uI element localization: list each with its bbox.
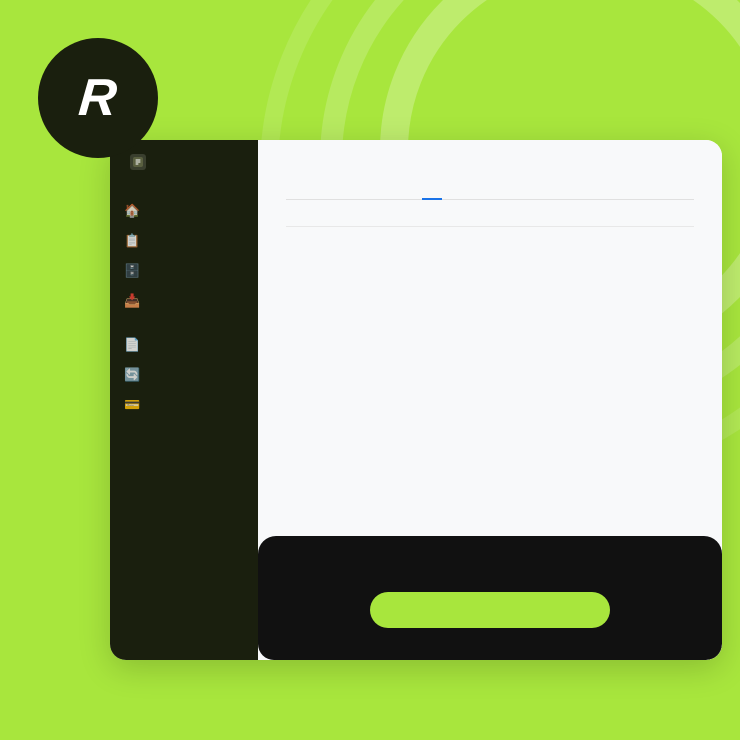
storage-icon: 🗄️: [124, 263, 140, 279]
sidebar-item-dashboard[interactable]: 🏠: [110, 196, 258, 226]
sidebar-item-inbox[interactable]: 📥: [110, 286, 258, 316]
tab-complete[interactable]: [358, 186, 378, 200]
subscriptions-icon: 🔄: [124, 367, 140, 383]
orders-panel: [258, 140, 722, 227]
orders-tabs: [286, 186, 694, 200]
logo-letter: R: [77, 68, 120, 128]
tab-inprogress[interactable]: [334, 186, 358, 200]
sidebar-item-payment[interactable]: 💳: [110, 390, 258, 420]
payment-icon: 💳: [124, 397, 140, 413]
requests-icon: 📋: [124, 233, 140, 249]
sidebar-section-billing: [110, 316, 258, 330]
tab-all[interactable]: [422, 186, 442, 200]
col-id: [286, 214, 490, 227]
sidebar: 🏠 📋 🗄️ 📥 📄 🔄 💳: [110, 140, 258, 660]
send-request-button[interactable]: [370, 592, 610, 628]
invoices-icon: 📄: [124, 337, 140, 353]
sidebar-section-activity: [110, 182, 258, 196]
sidebar-brand: [110, 154, 258, 182]
tab-queued[interactable]: [310, 186, 334, 200]
tab-canceled[interactable]: [378, 186, 398, 200]
orders-table: [286, 214, 694, 227]
inbox-icon: 📥: [124, 293, 140, 309]
tab-pending[interactable]: [286, 186, 310, 200]
main-card: 🏠 📋 🗄️ 📥 📄 🔄 💳: [110, 140, 722, 660]
home-icon: 🏠: [124, 203, 140, 219]
overlay-panel: [258, 536, 722, 660]
tab-delivered[interactable]: [398, 186, 422, 200]
sidebar-item-invoices[interactable]: 📄: [110, 330, 258, 360]
sidebar-item-requests[interactable]: 📋: [110, 226, 258, 256]
sidebar-item-storage[interactable]: 🗄️: [110, 256, 258, 286]
logo-circle: R: [38, 38, 158, 158]
sidebar-item-subscriptions[interactable]: 🔄: [110, 360, 258, 390]
sidebar-brand-icon: [130, 154, 146, 170]
main-content: [258, 140, 722, 660]
col-title: [490, 214, 694, 227]
